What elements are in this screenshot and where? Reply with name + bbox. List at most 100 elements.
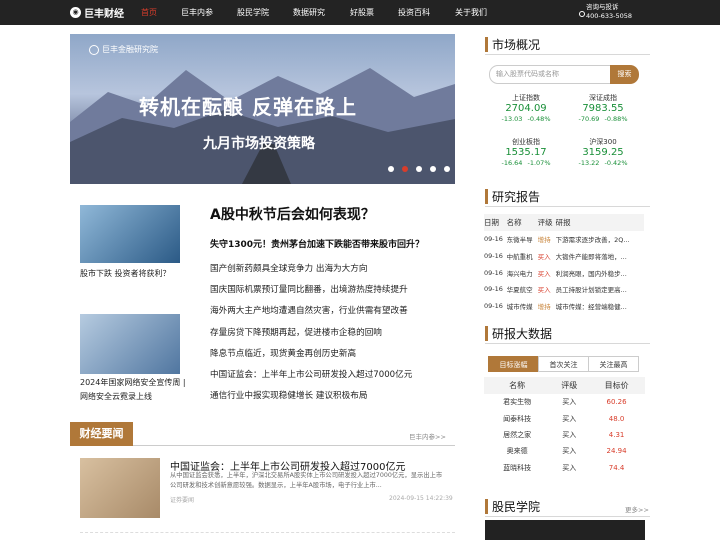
stock-name[interactable]: 君实生物 <box>484 394 550 410</box>
stock-name[interactable]: 奥来德 <box>484 443 550 459</box>
nav-home[interactable]: 首页 <box>141 7 157 18</box>
tab-most-watched[interactable]: 关注最高 <box>588 356 639 372</box>
index-value: 1535.17 <box>505 147 547 158</box>
article-caption[interactable]: 股市下跌 投资者将获利？ <box>80 267 190 281</box>
table-row[interactable]: 09-16 华夏航空 买入 员工持股计划锁定更高... <box>484 281 644 298</box>
report-date: 09-16 <box>484 302 503 311</box>
stock-search-input[interactable]: 输入股票代码或名称 <box>489 65 611 84</box>
stock-name[interactable]: 居然之家 <box>484 427 550 443</box>
tab-target-rise[interactable]: 目标涨幅 <box>488 356 539 372</box>
article-caption[interactable]: 2024年国家网络安全宣传周 | 网络安全云霓录上线 <box>80 376 190 404</box>
news-link[interactable]: 降息节点临近，现货黄金再创历史新高 <box>210 347 412 368</box>
index-name: 上证指数 <box>512 94 540 102</box>
academy-banner[interactable] <box>485 520 645 540</box>
report-title[interactable]: 员工持股计划锁定更高... <box>556 281 644 298</box>
target-price: 48.0 <box>608 414 625 423</box>
brand-logo[interactable]: ◉ 巨丰财经 <box>70 5 124 20</box>
column-header: 目标价 <box>588 377 645 394</box>
rating: 增持 <box>537 303 551 312</box>
academy-more-link[interactable]: 更多>> <box>625 504 649 514</box>
index-card[interactable]: 沪深300 3159.25 -13.22 -0.42% <box>566 137 640 167</box>
nav-insider[interactable]: 巨丰内参 <box>181 7 213 18</box>
news-link[interactable]: 海外两大主产地均遭遇自然灾害，行业供需有望改善 <box>210 304 412 325</box>
index-card[interactable]: 上证指数 2704.09 -13.03 -0.48% <box>489 93 563 123</box>
table-row[interactable]: 居然之家 买入 4.31 <box>484 427 645 443</box>
finance-news-thumbnail[interactable] <box>80 458 160 518</box>
table-header-row: 名称 评级 目标价 <box>484 377 645 394</box>
report-title[interactable]: 大锻件产能即将落地，... <box>556 248 644 265</box>
stock-name[interactable]: 闻泰科技 <box>484 410 550 426</box>
section-marker <box>485 37 488 52</box>
rating: 买入 <box>562 463 577 472</box>
search-button[interactable]: 搜索 <box>610 65 639 84</box>
rating: 买入 <box>537 269 551 278</box>
table-row[interactable]: 09-16 海兴电力 买入 利润亮眼，国内外稳步... <box>484 264 644 281</box>
tab-first-coverage[interactable]: 首次关注 <box>538 356 589 372</box>
finance-news-tab[interactable]: 财经要闻 <box>70 422 133 446</box>
report-title[interactable]: 城市传媒：经营端稳健... <box>556 298 644 315</box>
nav-academy[interactable]: 股民学院 <box>237 7 269 18</box>
index-name: 创业板指 <box>512 138 540 146</box>
academy-header: 股民学院 更多>> <box>485 497 650 517</box>
index-change: -13.22 -0.42% <box>578 159 628 167</box>
feature-headline[interactable]: A股中秋节后会如何表现？ <box>210 204 375 224</box>
report-date: 09-16 <box>484 285 503 294</box>
nav-data-research[interactable]: 数据研究 <box>293 7 325 18</box>
carousel-dot[interactable] <box>416 166 422 172</box>
article-thumbnail[interactable] <box>80 205 180 263</box>
target-price: 4.31 <box>608 430 625 439</box>
carousel-dot[interactable] <box>430 166 436 172</box>
feature-subheadline[interactable]: 失守1300元！贵州茅台加速下跌能否带来股市回升？ <box>210 237 424 250</box>
research-report-title: 研究报告 <box>492 190 541 204</box>
table-row[interactable]: 09-16 中航重机 买入 大锻件产能即将落地，... <box>484 248 644 265</box>
table-row[interactable]: 蓝晓科技 买入 74.4 <box>484 460 645 476</box>
market-overview-title: 市场概况 <box>492 38 541 52</box>
feature-news-list: 国产创新药颇具全球竞争力 出海为大方向 国庆国际机票预订量同比翻番，出境游热度持… <box>210 262 412 410</box>
column-header: 名称 <box>484 377 551 394</box>
carousel-dot[interactable] <box>388 166 394 172</box>
column-header: 日期 <box>484 214 507 231</box>
section-marker <box>485 499 488 514</box>
table-row[interactable]: 君实生物 买入 60.26 <box>484 394 645 410</box>
table-row[interactable]: 09-16 城市传媒 增持 城市传媒：经营端稳健... <box>484 298 644 315</box>
bigdata-table: 名称 评级 目标价 君实生物 买入 60.26 闻泰科技 买入 48.0 居然之家 买入 4.3… <box>484 377 645 476</box>
nav-good-stocks[interactable]: 好股票 <box>350 7 374 18</box>
rating: 买入 <box>562 398 577 407</box>
index-change: -16.64 -1.07% <box>501 159 551 167</box>
research-report-header: 研究报告 <box>485 187 650 207</box>
table-row[interactable]: 09-16 东微半导 增持 下游需求逐步改善，2Q... <box>484 231 644 248</box>
news-link[interactable]: 国庆国际机票预订量同比翻番，出境游热度持续提升 <box>210 283 412 304</box>
news-link[interactable]: 存量房贷下降预期再起，促进楼市企稳的回响 <box>210 326 412 347</box>
stock-name[interactable]: 海兴电力 <box>507 264 538 281</box>
article-thumbnail[interactable] <box>80 314 180 374</box>
news-link[interactable]: 通信行业中报实现稳健增长 建议积极布局 <box>210 389 412 410</box>
carousel-indicators[interactable] <box>388 166 450 172</box>
stock-name[interactable]: 蓝晓科技 <box>484 460 550 476</box>
nav-investment-wiki[interactable]: 投资百科 <box>398 7 430 18</box>
table-row[interactable]: 奥来德 买入 24.94 <box>484 443 645 459</box>
carousel-dot-active[interactable] <box>402 166 408 172</box>
stock-name[interactable]: 华夏航空 <box>507 281 538 298</box>
report-title[interactable]: 利润亮眼，国内外稳步... <box>556 264 644 281</box>
rating: 买入 <box>562 414 577 423</box>
contact-info[interactable]: 咨询与投诉 400-633-5058 <box>579 3 632 21</box>
hero-banner[interactable]: 巨丰金融研究院 转机在酝酿 反弹在路上 九月市场投资策略 <box>70 34 455 184</box>
carousel-dot[interactable] <box>444 166 450 172</box>
finance-news-time: 2024-09-15 14:22:39 <box>389 495 453 502</box>
report-title[interactable]: 下游需求逐步改善，2Q... <box>556 231 644 248</box>
index-value: 3159.25 <box>582 147 624 158</box>
finance-more-link[interactable]: 巨丰内参>> <box>409 431 446 441</box>
table-row[interactable]: 闻泰科技 买入 48.0 <box>484 410 645 426</box>
stock-name[interactable]: 东微半导 <box>507 231 538 248</box>
stock-name[interactable]: 城市传媒 <box>507 298 538 315</box>
news-link[interactable]: 中国证监会：上半年上市公司研发投入超过7000亿元 <box>210 368 412 389</box>
index-card[interactable]: 深证成指 7983.55 -70.69 -0.88% <box>566 93 640 123</box>
stock-name[interactable]: 中航重机 <box>507 248 538 265</box>
rating: 买入 <box>562 447 577 456</box>
column-header: 评级 <box>537 214 556 231</box>
org-icon <box>89 44 99 55</box>
news-link[interactable]: 国产创新药颇具全球竞争力 出海为大方向 <box>210 262 412 283</box>
index-value: 2704.09 <box>505 103 547 114</box>
index-card[interactable]: 创业板指 1535.17 -16.64 -1.07% <box>489 137 563 167</box>
nav-about-us[interactable]: 关于我们 <box>455 7 487 18</box>
